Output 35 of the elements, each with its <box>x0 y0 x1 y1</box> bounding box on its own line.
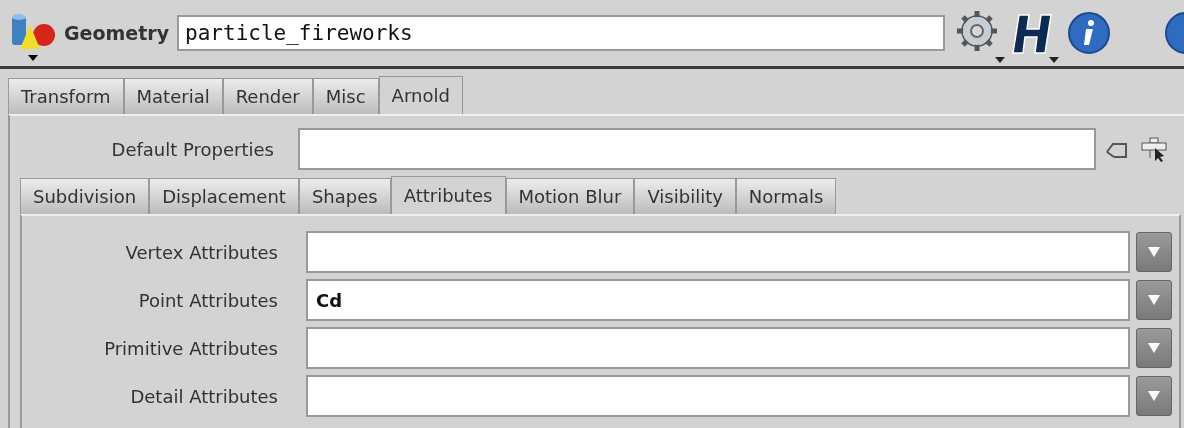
field-label: Vertex Attributes <box>124 241 278 263</box>
tab[interactable]: Visibility <box>634 178 736 214</box>
dropdown-button[interactable] <box>1136 328 1172 368</box>
dropdown-button[interactable] <box>1136 376 1172 416</box>
attribute-field[interactable] <box>306 375 1130 417</box>
tab[interactable]: Motion Blur <box>505 178 635 214</box>
field-label: Default Properties <box>110 138 274 160</box>
attribute-field[interactable]: Cd <box>306 279 1130 321</box>
info-icon[interactable] <box>1067 11 1112 55</box>
tab[interactable]: Misc <box>312 78 379 114</box>
caret-icon <box>1148 247 1160 257</box>
caret-icon <box>1148 343 1160 353</box>
tab[interactable]: Normals <box>735 178 837 214</box>
field-label: Primitive Attributes <box>103 337 278 359</box>
caret-icon <box>1148 391 1160 401</box>
tab[interactable]: Shapes <box>298 178 391 214</box>
dropdown-button[interactable] <box>1136 232 1172 272</box>
tab[interactable]: Subdivision <box>20 178 150 214</box>
tab[interactable]: Transform <box>8 78 124 114</box>
default-properties-field[interactable] <box>298 128 1096 170</box>
tab[interactable]: Material <box>123 78 223 114</box>
attribute-field[interactable] <box>306 231 1130 273</box>
tab[interactable]: Render <box>222 78 313 114</box>
tab[interactable]: Arnold <box>378 76 463 114</box>
help-icon[interactable] <box>1164 11 1184 55</box>
pointer-select-icon[interactable] <box>1140 136 1168 162</box>
node-type-label: Geometry <box>64 22 170 44</box>
name-field[interactable]: particle_fireworks <box>177 15 946 51</box>
caret-icon <box>1148 295 1160 305</box>
field-label: Detail Attributes <box>129 385 278 407</box>
tab[interactable]: Displacement <box>149 178 299 214</box>
field-label: Point Attributes <box>137 289 278 311</box>
attribute-field[interactable] <box>306 327 1130 369</box>
tab[interactable]: Attributes <box>390 176 506 214</box>
dropdown-button[interactable] <box>1136 280 1172 320</box>
